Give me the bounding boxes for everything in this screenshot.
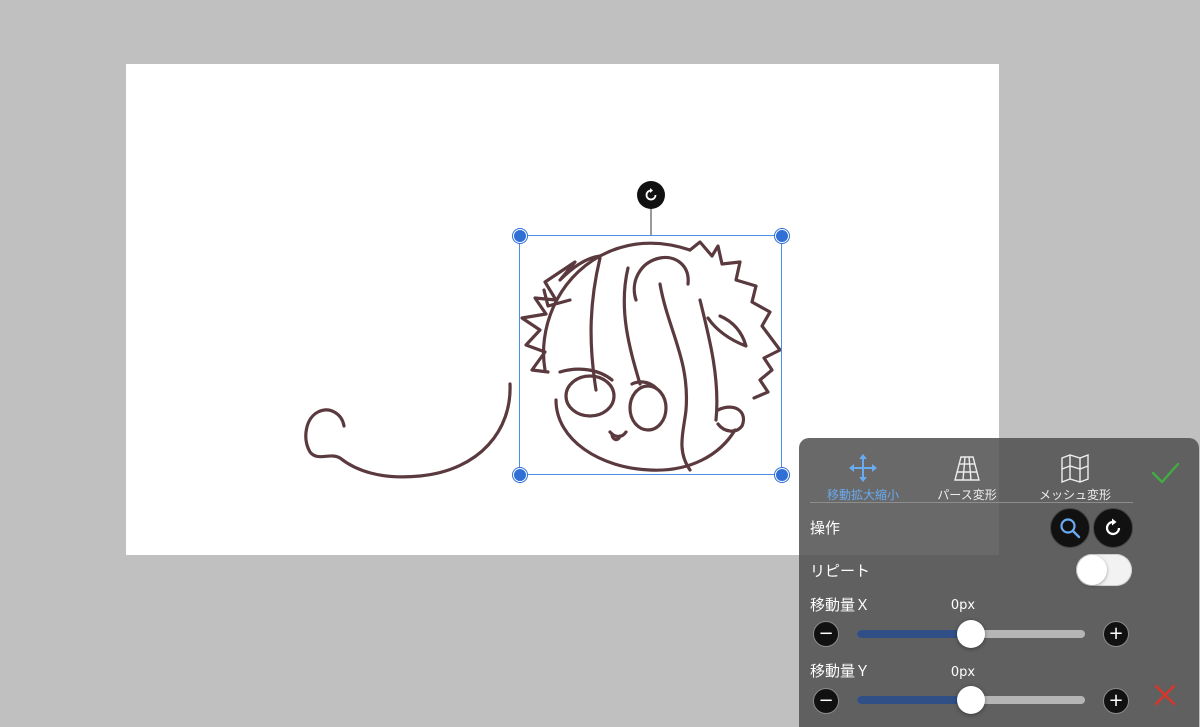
- move-y-slider-thumb[interactable]: [957, 686, 985, 714]
- rotate-icon: [645, 188, 657, 201]
- resize-handle-top-right[interactable]: [775, 229, 789, 243]
- move-x-minus-button[interactable]: −: [813, 621, 839, 647]
- move-y-minus-button[interactable]: −: [813, 688, 839, 714]
- rotate-icon: [1105, 518, 1121, 536]
- resize-handle-bottom-right[interactable]: [775, 468, 789, 482]
- mesh-map-icon: [1061, 453, 1089, 483]
- tab-move-scale-label: 移動拡大縮小: [826, 488, 899, 502]
- operation-label: 操作: [810, 519, 841, 537]
- move-y-label: 移動量Ｙ: [810, 662, 871, 680]
- confirm-button[interactable]: [1148, 456, 1182, 490]
- close-x-icon: [1154, 684, 1176, 706]
- move-x-label: 移動量Ｘ: [810, 596, 871, 614]
- tab-move-scale[interactable]: 移動拡大縮小: [813, 452, 913, 503]
- rotation-stem: [650, 208, 652, 235]
- tab-mesh-label: メッシュ変形: [1038, 488, 1111, 502]
- repeat-label: リピート: [810, 562, 871, 580]
- tab-perspective[interactable]: パース変形: [917, 452, 1017, 503]
- tab-mesh[interactable]: メッシュ変形: [1025, 452, 1125, 503]
- move-x-slider-thumb[interactable]: [957, 620, 985, 648]
- repeat-toggle-knob: [1077, 555, 1107, 585]
- rotate-operation-button[interactable]: [1093, 508, 1133, 548]
- resize-handle-bottom-left[interactable]: [513, 468, 527, 482]
- zoom-operation-button[interactable]: [1050, 508, 1090, 548]
- move-x-plus-button[interactable]: +: [1103, 621, 1129, 647]
- tab-divider: [810, 502, 1133, 503]
- perspective-grid-icon: [954, 456, 980, 481]
- move-x-slider-fill: [857, 630, 971, 638]
- move-arrows-icon: [849, 454, 877, 482]
- rotation-handle[interactable]: [637, 181, 665, 209]
- checkmark-icon: [1151, 462, 1180, 484]
- move-y-slider-fill: [857, 696, 971, 704]
- repeat-toggle[interactable]: [1076, 554, 1132, 586]
- tab-perspective-label: パース変形: [937, 488, 997, 502]
- move-y-value: 0px: [950, 665, 976, 680]
- cancel-button[interactable]: [1148, 678, 1182, 712]
- tail-stroke: [304, 382, 512, 479]
- move-x-value: 0px: [950, 598, 976, 613]
- magnifier-icon: [1060, 518, 1081, 539]
- transform-panel: 移動拡大縮小 パース変形 メッシュ変形 操作 リピート 移動量Ｘ 0px − +…: [799, 438, 1199, 727]
- resize-handle-top-left[interactable]: [513, 229, 527, 243]
- selection-box[interactable]: [519, 235, 782, 475]
- move-y-plus-button[interactable]: +: [1103, 688, 1129, 714]
